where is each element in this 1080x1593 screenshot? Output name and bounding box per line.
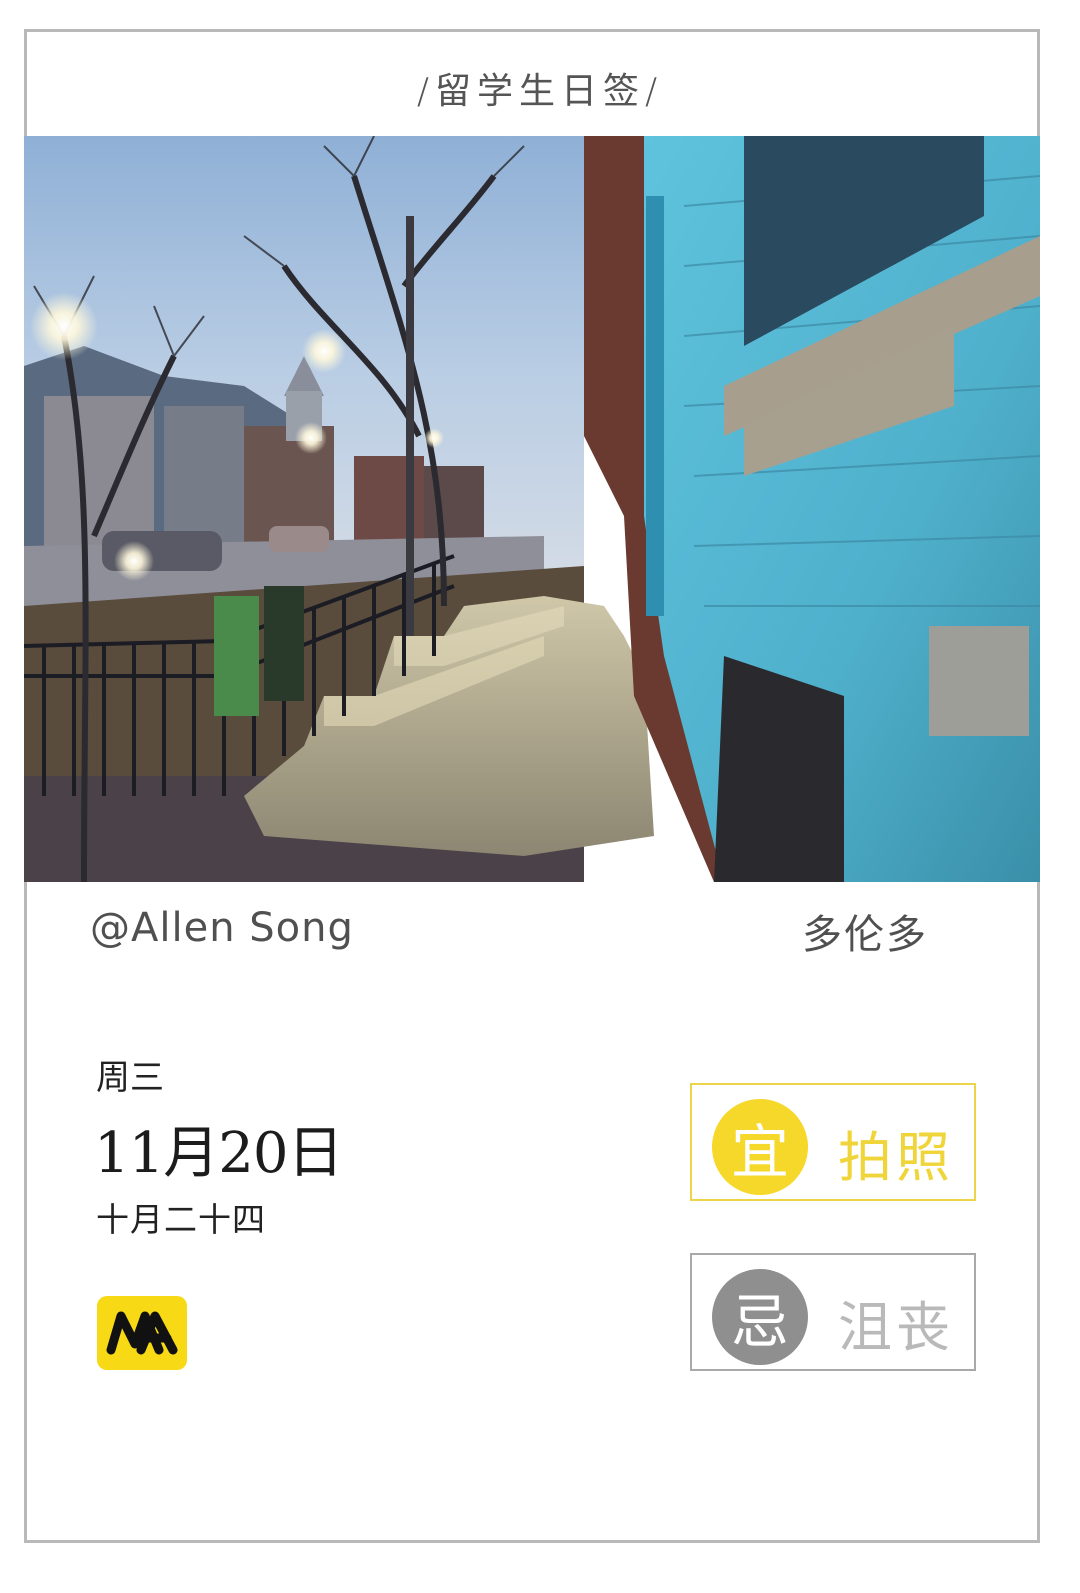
do-badge: 宜 — [712, 1099, 808, 1195]
avoid-badge: 忌 — [712, 1269, 808, 1365]
street-photo — [24, 136, 1040, 882]
solar-date: 11月20日 — [94, 1121, 344, 1186]
do-recommendation: 宜 拍照 — [690, 1083, 976, 1201]
author-credit: @Allen Song — [90, 905, 354, 951]
weekday-label: 周三 — [96, 1058, 164, 1098]
lunar-date: 十月二十四 — [96, 1200, 266, 1239]
avoid-recommendation: 忌 沮丧 — [690, 1253, 976, 1371]
brand-logo — [97, 1296, 187, 1370]
city-label: 多伦多 — [802, 912, 928, 958]
page-title: /留学生日签/ — [416, 71, 664, 112]
avoid-activity: 沮丧 — [838, 1296, 954, 1359]
do-activity: 拍照 — [838, 1126, 954, 1189]
